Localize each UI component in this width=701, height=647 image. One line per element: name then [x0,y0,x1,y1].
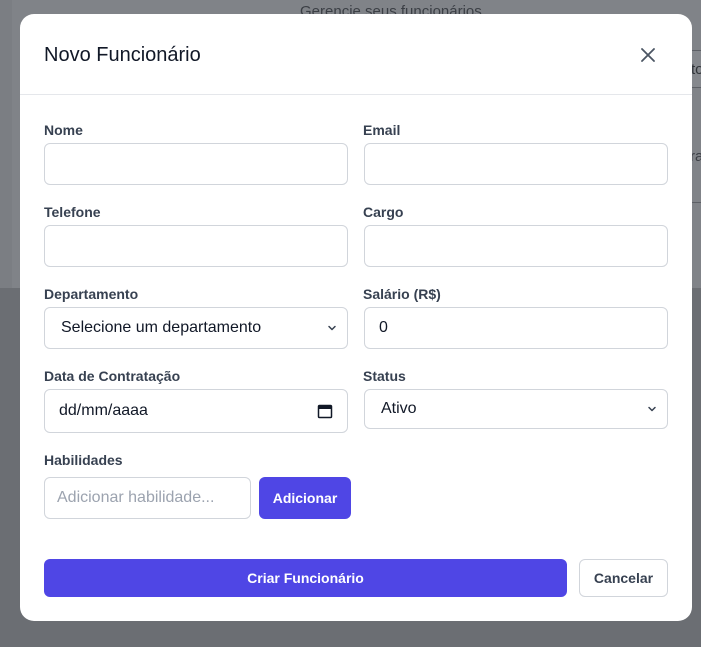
habilidade-input[interactable]: Adicionar habilidade... [44,477,251,519]
calendar-icon[interactable] [317,403,333,419]
telefone-input[interactable] [44,225,348,267]
nome-label: Nome [44,122,83,138]
salario-label: Salário (R$) [363,286,441,302]
data-contratacao-field: Data de Contratação [44,367,180,385]
status-field: Status [363,367,406,385]
status-label: Status [363,368,406,384]
salario-field: Salário (R$) [363,285,441,303]
add-skill-button[interactable]: Adicionar [259,477,351,519]
status-select[interactable]: Ativo [364,389,668,429]
departamento-label: Departamento [44,286,139,302]
chevron-down-icon [648,406,656,412]
habilidades-label: Habilidades [44,452,123,468]
data-contratacao-input[interactable]: dd/mm/aaaa [44,389,348,433]
status-selected: Ativo [381,400,417,417]
nome-field: Nome [44,121,83,139]
habilidades-field: Habilidades [44,451,123,469]
nome-input[interactable] [44,143,348,185]
telefone-label: Telefone [44,204,101,220]
email-field: Email [363,121,400,139]
create-employee-button[interactable]: Criar Funcionário [44,559,567,597]
departamento-select[interactable]: Selecione um departamento [44,307,348,349]
chevron-down-icon [328,325,336,331]
cargo-label: Cargo [363,204,404,220]
close-button[interactable] [636,43,660,67]
cargo-input[interactable] [364,225,668,267]
salario-input[interactable]: 0 [364,307,668,349]
email-label: Email [363,122,401,138]
modal-header: Novo Funcionário [20,14,692,95]
cancel-button[interactable]: Cancelar [579,559,668,597]
telefone-field: Telefone [44,203,101,221]
modal-title: Novo Funcionário [44,44,201,66]
cargo-field: Cargo [363,203,403,221]
new-employee-modal: Novo Funcionário Nome Email Telefone Car… [20,14,692,621]
data-contratacao-value: dd/mm/aaaa [59,402,148,419]
departamento-field: Departamento [44,285,138,303]
departamento-selected: Selecione um departamento [61,319,262,336]
close-icon [641,48,655,62]
email-input[interactable] [364,143,668,185]
data-contratacao-label: Data de Contratação [44,368,181,384]
